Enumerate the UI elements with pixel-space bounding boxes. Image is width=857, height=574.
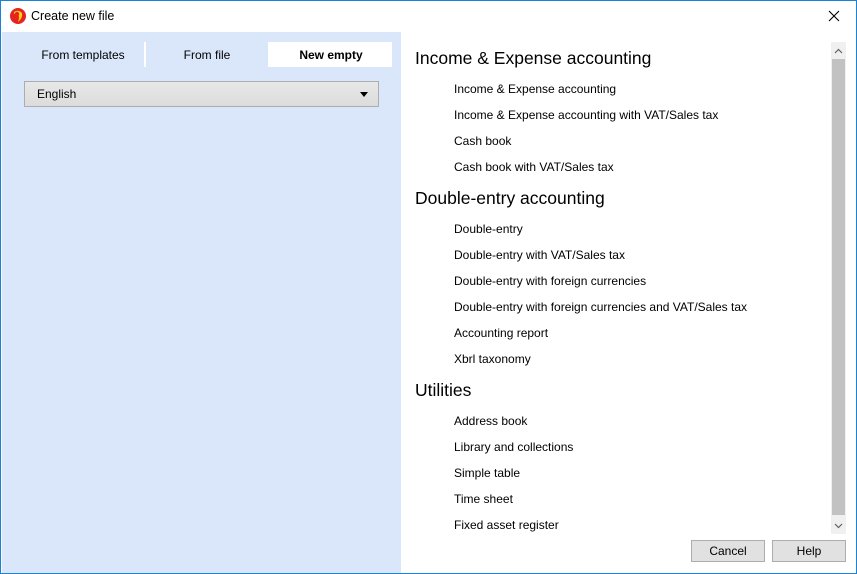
list-item[interactable]: Xbrl taxonomy	[415, 346, 825, 372]
vertical-scrollbar[interactable]	[831, 42, 846, 534]
list-item[interactable]: Time sheet	[415, 486, 825, 512]
list-item[interactable]: Fixed asset register	[415, 512, 825, 535]
language-select-value: English	[37, 87, 77, 101]
chevron-down-icon	[360, 92, 368, 97]
section-header-utilities: Utilities	[415, 380, 472, 400]
list-item[interactable]: Address book	[415, 408, 825, 434]
list-item[interactable]: Double-entry with VAT/Sales tax	[415, 242, 825, 268]
cancel-button[interactable]: Cancel	[691, 540, 765, 562]
list-item[interactable]: Library and collections	[415, 434, 825, 460]
left-panel: From templates From file New empty Engli…	[2, 32, 401, 573]
list-item[interactable]: Double-entry with foreign currencies	[415, 268, 825, 294]
chevron-down-icon	[834, 523, 843, 528]
list-item[interactable]: Double-entry	[415, 216, 825, 242]
list-item[interactable]: Cash book with VAT/Sales tax	[415, 154, 825, 180]
scroll-down-button[interactable]	[831, 517, 846, 534]
banana-logo-icon	[9, 7, 27, 25]
scroll-up-button[interactable]	[831, 42, 846, 59]
window-title: Create new file	[31, 9, 115, 23]
section-header-double-entry: Double-entry accounting	[415, 188, 605, 208]
chevron-up-icon	[834, 48, 843, 53]
list-item[interactable]: Income & Expense accounting with VAT/Sal…	[415, 102, 825, 128]
create-new-file-dialog: Create new file From templates From file…	[0, 0, 857, 574]
list-item[interactable]: Accounting report	[415, 320, 825, 346]
list-item[interactable]: Cash book	[415, 128, 825, 154]
title-bar: Create new file	[1, 1, 856, 31]
tab-from-templates[interactable]: From templates	[22, 42, 144, 67]
file-type-list: Income & Expense accounting Income & Exp…	[415, 40, 825, 535]
section-header-income-expense: Income & Expense accounting	[415, 48, 652, 68]
scrollbar-thumb[interactable]	[832, 59, 845, 515]
tab-new-empty[interactable]: New empty	[270, 42, 392, 67]
right-panel: Income & Expense accounting Income & Exp…	[401, 32, 856, 573]
tab-from-file[interactable]: From file	[146, 42, 268, 67]
language-select[interactable]: English	[24, 81, 379, 107]
tab-bar: From templates From file New empty	[22, 42, 392, 67]
list-item[interactable]: Double-entry with foreign currencies and…	[415, 294, 825, 320]
list-item[interactable]: Income & Expense accounting	[415, 76, 825, 102]
list-item[interactable]: Simple table	[415, 460, 825, 486]
close-button[interactable]	[812, 1, 856, 31]
help-button[interactable]: Help	[772, 540, 846, 562]
close-icon	[828, 10, 840, 22]
